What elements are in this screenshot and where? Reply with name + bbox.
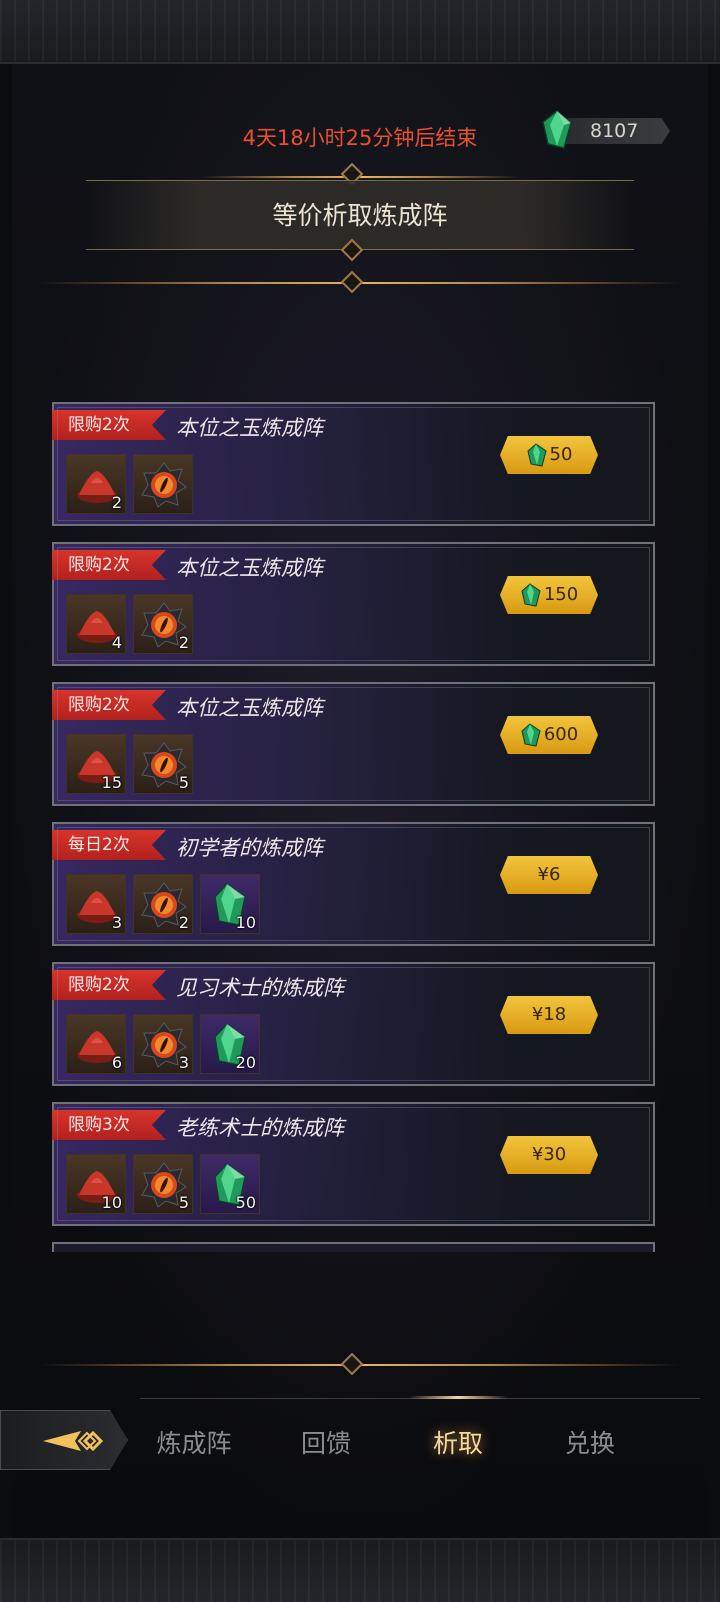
item-count: 15 bbox=[101, 773, 122, 792]
offer-card[interactable]: 每日2次 初学者的炼成阵 3 2 10 ¥6 bbox=[52, 822, 655, 946]
price-label: ¥30 bbox=[531, 1144, 567, 1165]
item-count: 10 bbox=[101, 1193, 122, 1212]
reward-item-slot[interactable]: 20 bbox=[200, 1014, 260, 1074]
offer-title: 本位之玉炼成阵 bbox=[176, 416, 323, 440]
offer-title: 见习术士的炼成阵 bbox=[176, 976, 344, 1000]
item-count: 20 bbox=[235, 1053, 256, 1072]
offer-list[interactable]: 限购2次 本位之玉炼成阵 2 50 限购2次 本位之玉炼成阵 4 2 150 限购2次 本位之玉炼成… bbox=[52, 402, 655, 1252]
green-crystal-icon bbox=[526, 443, 547, 467]
bottom-ornament-frame bbox=[0, 1538, 720, 1602]
offer-card-partial[interactable] bbox=[52, 1242, 655, 1252]
item-count: 10 bbox=[235, 913, 256, 932]
green-crystal-icon bbox=[542, 110, 572, 149]
page-title: 等价析取炼成阵 bbox=[86, 180, 634, 250]
offer-card[interactable]: 限购2次 本位之玉炼成阵 15 5 600 bbox=[52, 682, 655, 806]
price-label: ¥18 bbox=[531, 1004, 567, 1025]
offer-card[interactable]: 限购2次 本位之玉炼成阵 4 2 150 bbox=[52, 542, 655, 666]
buy-button[interactable]: 600 bbox=[500, 716, 598, 754]
top-ornament-frame bbox=[0, 0, 720, 64]
offer-title: 本位之玉炼成阵 bbox=[176, 556, 323, 580]
purchase-limit-badge: 每日2次 bbox=[52, 830, 166, 860]
price-label: 600 bbox=[543, 724, 579, 745]
offer-title: 初学者的炼成阵 bbox=[176, 836, 323, 860]
purchase-limit-badge: 限购2次 bbox=[52, 410, 166, 440]
offer-title: 本位之玉炼成阵 bbox=[176, 696, 323, 720]
item-count: 5 bbox=[178, 1193, 189, 1212]
green-crystal-icon bbox=[521, 583, 541, 607]
tab-alchemy[interactable]: 炼成阵 bbox=[144, 1424, 244, 1460]
reward-item-slot[interactable]: 2 bbox=[133, 594, 193, 654]
purchase-limit-badge: 限购3次 bbox=[52, 1110, 166, 1140]
purchase-limit-badge: 限购2次 bbox=[52, 970, 166, 1000]
purchase-limit-badge: 限购2次 bbox=[52, 690, 166, 720]
buy-button[interactable]: ¥18 bbox=[500, 996, 598, 1034]
item-count: 5 bbox=[178, 773, 189, 792]
reward-item-slot[interactable]: 5 bbox=[133, 1154, 193, 1214]
buy-button[interactable]: ¥30 bbox=[500, 1136, 598, 1174]
offer-card[interactable]: 限购3次 老练术士的炼成阵 10 5 50 ¥30 bbox=[52, 1102, 655, 1226]
item-count: 50 bbox=[235, 1193, 256, 1212]
offer-title: 老练术士的炼成阵 bbox=[176, 1116, 344, 1140]
price-label: 150 bbox=[543, 584, 579, 605]
reward-item-slot[interactable] bbox=[133, 454, 193, 514]
offer-card[interactable]: 限购2次 本位之玉炼成阵 2 50 bbox=[52, 402, 655, 526]
reward-item-slot[interactable]: 6 bbox=[66, 1014, 126, 1074]
back-button[interactable] bbox=[0, 1410, 128, 1470]
item-count: 2 bbox=[178, 633, 189, 652]
reward-item-slot[interactable]: 10 bbox=[200, 874, 260, 934]
item-count: 6 bbox=[111, 1053, 122, 1072]
buy-button[interactable]: 50 bbox=[500, 436, 598, 474]
purchase-limit-badge: 限购2次 bbox=[52, 550, 166, 580]
item-count: 3 bbox=[178, 1053, 189, 1072]
bottom-nav: 炼成阵 回馈 析取 兑换 bbox=[0, 1396, 720, 1498]
tab-extract[interactable]: 析取 bbox=[408, 1424, 508, 1460]
item-count: 4 bbox=[111, 633, 122, 652]
active-tab-indicator bbox=[408, 1396, 508, 1399]
reward-item-slot[interactable]: 3 bbox=[66, 874, 126, 934]
buy-button[interactable]: ¥6 bbox=[500, 856, 598, 894]
reward-item-slot[interactable]: 50 bbox=[200, 1154, 260, 1214]
currency-amount: 8107 bbox=[564, 118, 670, 144]
reward-item-slot[interactable]: 2 bbox=[133, 874, 193, 934]
offer-card[interactable]: 限购2次 见习术士的炼成阵 6 3 20 ¥18 bbox=[52, 962, 655, 1086]
tab-rewards[interactable]: 回馈 bbox=[276, 1424, 376, 1460]
price-label: 50 bbox=[549, 444, 573, 465]
reward-item-slot[interactable]: 4 bbox=[66, 594, 126, 654]
reward-item-slot[interactable]: 15 bbox=[66, 734, 126, 794]
reward-item-slot[interactable]: 2 bbox=[66, 454, 126, 514]
currency-display: 8107 bbox=[540, 110, 670, 149]
buy-button[interactable]: 150 bbox=[500, 576, 598, 614]
item-count: 2 bbox=[178, 913, 189, 932]
price-label: ¥6 bbox=[537, 864, 561, 885]
back-arrow-icon bbox=[43, 1430, 104, 1452]
item-count: 3 bbox=[111, 913, 122, 932]
reward-item-slot[interactable]: 10 bbox=[66, 1154, 126, 1214]
tab-exchange[interactable]: 兑换 bbox=[540, 1424, 640, 1460]
reward-item-slot[interactable]: 5 bbox=[133, 734, 193, 794]
green-crystal-icon bbox=[521, 723, 541, 747]
reward-item-slot[interactable]: 3 bbox=[133, 1014, 193, 1074]
item-count: 2 bbox=[111, 493, 122, 512]
